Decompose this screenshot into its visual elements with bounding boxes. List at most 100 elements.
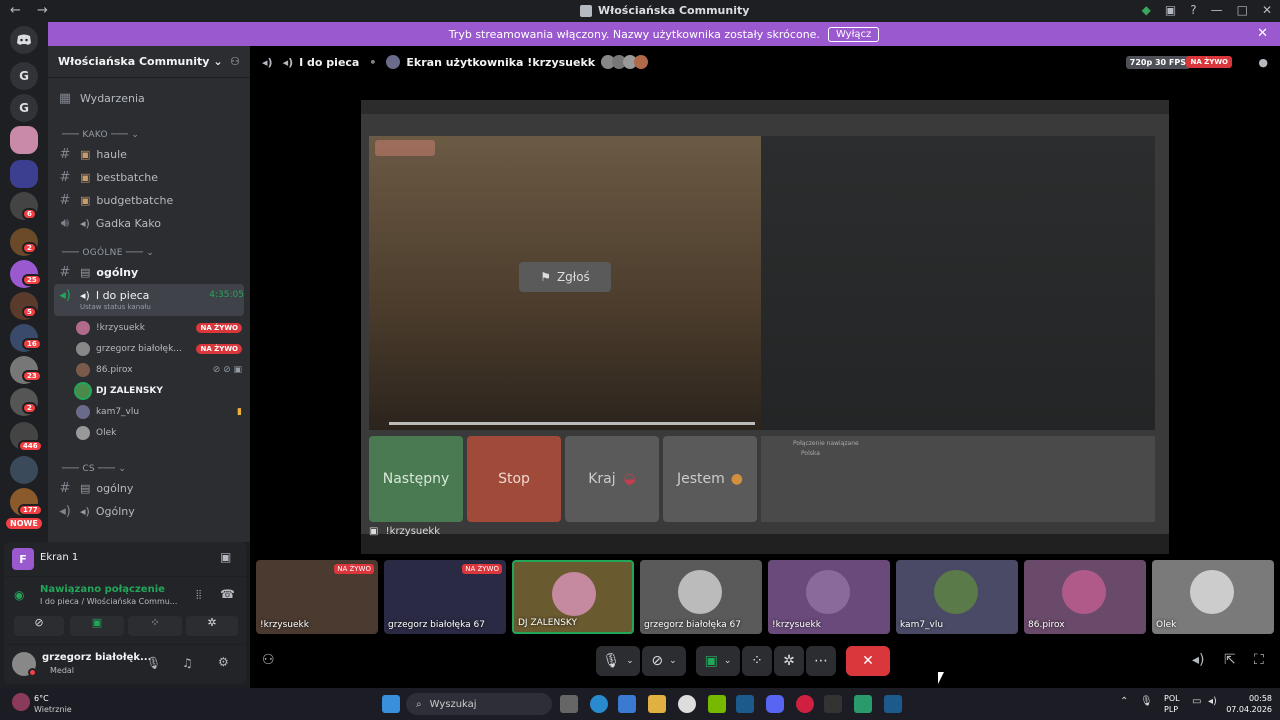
volume-tray-icon[interactable]: ◂): [1208, 696, 1217, 707]
activity-button[interactable]: ⁘: [742, 646, 772, 676]
lang2[interactable]: PLP: [1164, 705, 1178, 714]
server-header[interactable]: Włościańska Community ⌄ ⚇: [48, 46, 250, 78]
screen-popout-icon[interactable]: ▣: [220, 550, 231, 564]
mic-tray-icon[interactable]: 🎙︎: [1140, 696, 1153, 707]
member-row[interactable]: Olek: [76, 423, 242, 443]
events-row[interactable]: ▦ Wydarzenia: [56, 88, 244, 108]
stop-button[interactable]: Stop: [467, 436, 561, 522]
weather-icon[interactable]: [12, 693, 30, 711]
video-progress[interactable]: [389, 422, 755, 425]
close-banner-icon[interactable]: ✕: [1257, 26, 1268, 41]
stream-video[interactable]: ⚑ Zgłoś Następny Stop Kraj ◒ Jestem ● Po…: [361, 100, 1169, 554]
user-name[interactable]: grzegorz białołęk...: [42, 652, 151, 663]
connection-status[interactable]: Nawiązano połączenie: [40, 584, 165, 595]
chatgpt-icon[interactable]: [678, 695, 696, 713]
settings-icon[interactable]: ⚙: [218, 655, 229, 669]
report-button[interactable]: ⚑ Zgłoś: [519, 262, 611, 292]
more-button[interactable]: ⋯: [806, 646, 836, 676]
network-icon[interactable]: ▭: [1192, 696, 1201, 707]
app-icon[interactable]: [824, 695, 842, 713]
maximize-icon[interactable]: □: [1237, 3, 1248, 17]
disconnect-icon[interactable]: ☎: [220, 587, 235, 601]
soundboard-button[interactable]: ✲: [774, 646, 804, 676]
channel-ogolny[interactable]: # ▤ ogólny: [56, 262, 244, 282]
screenshare-button[interactable]: ▣ ⌄: [696, 646, 740, 676]
next-button[interactable]: Następny: [369, 436, 463, 522]
tray-arrow-icon[interactable]: ⌃: [1120, 696, 1128, 707]
iam-button[interactable]: Jestem ●: [663, 436, 757, 522]
mic-button[interactable]: 🎙︎ ⌄: [596, 646, 640, 676]
taskbar-search[interactable]: ⌕ Wyszukaj: [406, 693, 552, 715]
volume-icon[interactable]: ◂): [1192, 652, 1205, 668]
server-community[interactable]: [10, 126, 38, 154]
server-9[interactable]: [10, 456, 38, 484]
clock-time[interactable]: 00:58: [1236, 694, 1272, 703]
participant-tile[interactable]: NA ŻYWO !krzysuekk: [256, 560, 378, 634]
participant-tile[interactable]: !krzysuekk: [768, 560, 890, 634]
member-row[interactable]: kam7_vlu ▮: [76, 402, 242, 422]
steam-icon[interactable]: [884, 695, 902, 713]
channel-budgetbatche[interactable]: # ▣ budgetbatche: [56, 190, 244, 210]
disable-streamer-button[interactable]: Wyłącz: [827, 26, 880, 42]
discord-icon[interactable]: [766, 695, 784, 713]
server-g1[interactable]: G: [10, 62, 38, 90]
invite-icon[interactable]: ⚇: [262, 652, 275, 668]
screenshare-button[interactable]: ▣: [70, 616, 124, 636]
channel-haule[interactable]: # ▣ haule: [56, 144, 244, 164]
camera-button[interactable]: ⊘ ⌄: [642, 646, 686, 676]
close-icon[interactable]: ✕: [1262, 3, 1272, 17]
app-icon[interactable]: [854, 695, 872, 713]
steam-icon[interactable]: [736, 695, 754, 713]
weather-temp[interactable]: 6°C: [34, 694, 49, 703]
weather-desc[interactable]: Wietrznie: [34, 705, 72, 714]
signal-icon[interactable]: ◉: [14, 588, 24, 602]
add-member-icon[interactable]: ⚇: [230, 55, 240, 68]
nitro-icon[interactable]: ◆: [1142, 3, 1151, 17]
activity-button[interactable]: ⁘: [128, 616, 182, 636]
participant-tile[interactable]: kam7_vlu: [896, 560, 1018, 634]
notepad-icon[interactable]: [618, 695, 636, 713]
server-folder[interactable]: [10, 160, 38, 188]
member-row[interactable]: !krzysuekk NA ŻYWO: [76, 318, 242, 338]
minimize-icon[interactable]: —: [1211, 3, 1223, 17]
country-button[interactable]: Kraj ◒: [565, 436, 659, 522]
participant-tile[interactable]: Olek: [1152, 560, 1274, 634]
lang1[interactable]: POL: [1164, 694, 1180, 703]
nvidia-icon[interactable]: [708, 695, 726, 713]
headphones-icon[interactable]: ♫: [182, 656, 193, 670]
chat-icon[interactable]: ●: [1258, 56, 1268, 69]
channel-status-hint[interactable]: Ustaw status kanału: [80, 303, 151, 311]
participant-tile[interactable]: DJ ZALENSKY: [512, 560, 634, 634]
inbox-icon[interactable]: ▣: [1165, 3, 1176, 17]
nav-arrows[interactable]: ← →: [10, 3, 54, 18]
clock-date[interactable]: 07.04.2026: [1226, 705, 1272, 714]
channel-cs-Ogolny[interactable]: ◂) ◂) Ogólny: [56, 501, 244, 521]
connection-channel[interactable]: I do pieca / Włościańska Commu...: [40, 597, 177, 606]
mic-icon[interactable]: 🎙︎: [146, 656, 161, 670]
channel-gadka-kako[interactable]: 🔊︎ ◂) Gadka Kako: [56, 213, 244, 233]
server-g2[interactable]: G: [10, 94, 38, 122]
channel-cs-ogolny[interactable]: # ▤ ogólny: [56, 478, 244, 498]
noise-icon[interactable]: ⦙⦙: [196, 588, 201, 603]
fullscreen-icon[interactable]: ⛶: [1254, 652, 1264, 668]
windows-start-icon[interactable]: [382, 695, 400, 713]
task-view-icon[interactable]: [560, 695, 578, 713]
soundboard-button[interactable]: ✲: [186, 616, 238, 636]
channel-bestbatche[interactable]: # ▣ bestbatche: [56, 167, 244, 187]
category-ogolne[interactable]: ─── OGÓLNE ─── ⌄: [62, 248, 154, 258]
leave-call-button[interactable]: ✕: [846, 646, 890, 676]
member-row[interactable]: grzegorz białołęk... NA ŻYWO: [76, 339, 242, 359]
popout-icon[interactable]: ⇱: [1224, 652, 1236, 668]
camera-off-button[interactable]: ⊘: [14, 616, 64, 636]
participant-tile[interactable]: grzegorz białołęka 67: [640, 560, 762, 634]
explorer-icon[interactable]: [648, 695, 666, 713]
participant-tile[interactable]: NA ŻYWO grzegorz białołęka 67: [384, 560, 506, 634]
help-icon[interactable]: ?: [1190, 3, 1196, 17]
member-row[interactable]: 86.pirox ⊘ ⊘ ▣: [76, 360, 242, 380]
discord-home-icon[interactable]: [10, 26, 38, 54]
opera-icon[interactable]: [796, 695, 814, 713]
category-kako[interactable]: ─── KAKO ─── ⌄: [62, 130, 139, 140]
member-row[interactable]: DJ ZALENSKY: [76, 381, 242, 401]
participant-tile[interactable]: 86.pirox: [1024, 560, 1146, 634]
edge-icon[interactable]: [590, 695, 608, 713]
